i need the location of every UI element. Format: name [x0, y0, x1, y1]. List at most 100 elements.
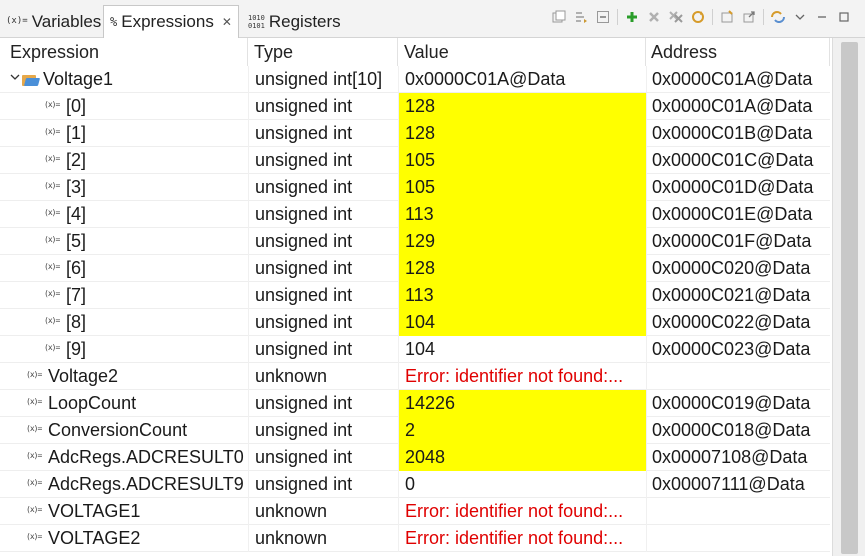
address-cell: 0x0000C019@Data: [646, 390, 830, 417]
table-row[interactable]: (x)= AdcRegs.ADCRESULT9 unsigned int 0 0x000…: [0, 471, 830, 498]
expression-name: VOLTAGE2: [48, 528, 141, 548]
value-cell[interactable]: 104: [398, 336, 646, 363]
expression-cell[interactable]: (x)= AdcRegs.ADCRESULT0: [0, 444, 248, 471]
expression-cell[interactable]: (x)= [1]: [0, 120, 248, 147]
table-row[interactable]: (x)= [6] unsigned int 128 0x0000C020@Data: [0, 255, 830, 282]
variable-icon: (x)=: [44, 201, 62, 228]
expression-cell[interactable]: (x)= ConversionCount: [0, 417, 248, 444]
expression-cell[interactable]: (x)= VOLTAGE1: [0, 498, 248, 525]
table-row[interactable]: (x)= [1] unsigned int 128 0x0000C01B@Data: [0, 120, 830, 147]
minimize-view-icon[interactable]: [811, 6, 833, 28]
expression-cell[interactable]: (x)= [6]: [0, 255, 248, 282]
view-menu-icon[interactable]: [789, 6, 811, 28]
expression-cell[interactable]: (x)= [8]: [0, 309, 248, 336]
expression-cell[interactable]: (x)= Voltage2: [0, 363, 248, 390]
value-cell[interactable]: 2048: [398, 444, 646, 471]
column-header-expression[interactable]: Expression: [0, 38, 248, 66]
value-cell[interactable]: 113: [398, 201, 646, 228]
value-cell[interactable]: 105: [398, 174, 646, 201]
expression-cell-content: (x)= [9]: [0, 336, 248, 363]
vertical-scrollbar[interactable]: [832, 38, 865, 556]
maximize-view-icon[interactable]: [833, 6, 855, 28]
expression-cell[interactable]: Voltage1: [0, 66, 248, 93]
expression-cell[interactable]: (x)= [9]: [0, 336, 248, 363]
svg-text:(x)=: (x)=: [44, 343, 60, 352]
table-row[interactable]: (x)= [2] unsigned int 105 0x0000C01C@Data: [0, 147, 830, 174]
column-header-type[interactable]: Type: [248, 38, 398, 66]
expression-cell-content: (x)= [1]: [0, 120, 248, 147]
type-cell: unsigned int: [248, 201, 398, 228]
table-row[interactable]: (x)= [4] unsigned int 113 0x0000C01E@Data: [0, 201, 830, 228]
expression-cell[interactable]: (x)= [5]: [0, 228, 248, 255]
expression-cell[interactable]: (x)= [3]: [0, 174, 248, 201]
table-row[interactable]: (x)= LoopCount unsigned int 14226 0x0000C019…: [0, 390, 830, 417]
remove-all-icon[interactable]: [665, 6, 687, 28]
value-cell[interactable]: 0x0000C01A@Data: [398, 66, 646, 93]
show-logical-icon[interactable]: [570, 6, 592, 28]
address-cell: 0x0000C021@Data: [646, 282, 830, 309]
svg-text:(x)=: (x)=: [26, 451, 42, 460]
collapse-all-icon[interactable]: [548, 6, 570, 28]
table-row[interactable]: (x)= [5] unsigned int 129 0x0000C01F@Data: [0, 228, 830, 255]
value-cell[interactable]: 2: [398, 417, 646, 444]
minimize-icon[interactable]: [592, 6, 614, 28]
variable-icon: (x)=: [44, 174, 62, 201]
table-row[interactable]: (x)= ConversionCount unsigned int 2 0x0000C0…: [0, 417, 830, 444]
table-row[interactable]: (x)= VOLTAGE2 unknown Error: identifier not…: [0, 525, 830, 552]
column-header-address[interactable]: Address: [646, 38, 830, 66]
expression-cell[interactable]: (x)= [0]: [0, 93, 248, 120]
tab-registers[interactable]: 1010 0101 Registers: [248, 5, 341, 38]
error-value-cell[interactable]: Error: identifier not found:...: [398, 363, 646, 390]
chevron-down-icon[interactable]: [8, 66, 22, 93]
table-row[interactable]: (x)= [3] unsigned int 105 0x0000C01D@Data: [0, 174, 830, 201]
refresh-icon[interactable]: [687, 6, 709, 28]
variable-icon: (x)=: [44, 228, 62, 255]
address-cell: 0x0000C01A@Data: [646, 66, 830, 93]
table-row[interactable]: Voltage1 unsigned int[10] 0x0000C01A@Data 0…: [0, 66, 830, 93]
table-row[interactable]: (x)= Voltage2 unknown Error: identifier not…: [0, 363, 830, 390]
value-cell[interactable]: 104: [398, 309, 646, 336]
svg-text:(x)=: (x)=: [26, 397, 42, 406]
export-icon[interactable]: [738, 6, 760, 28]
expression-cell-content: (x)= [8]: [0, 309, 248, 336]
value-cell[interactable]: 128: [398, 120, 646, 147]
variable-icon: (x)=: [44, 282, 62, 309]
remove-icon[interactable]: [643, 6, 665, 28]
expression-cell[interactable]: (x)= [2]: [0, 147, 248, 174]
value-cell[interactable]: 113: [398, 282, 646, 309]
table-row[interactable]: (x)= [7] unsigned int 113 0x0000C021@Data: [0, 282, 830, 309]
expression-name: VOLTAGE1: [48, 501, 141, 521]
value-cell[interactable]: 128: [398, 93, 646, 120]
expression-cell[interactable]: (x)= VOLTAGE2: [0, 525, 248, 552]
close-icon[interactable]: ✕: [222, 15, 232, 29]
value-cell[interactable]: 0: [398, 471, 646, 498]
type-cell: unsigned int[10]: [248, 66, 398, 93]
table-row[interactable]: (x)= [0] unsigned int 128 0x0000C01A@Data: [0, 93, 830, 120]
table-row[interactable]: (x)= [8] unsigned int 104 0x0000C022@Data: [0, 309, 830, 336]
table-row[interactable]: (x)= VOLTAGE1 unknown Error: identifier not…: [0, 498, 830, 525]
sync-icon[interactable]: [767, 6, 789, 28]
value-cell[interactable]: 14226: [398, 390, 646, 417]
value-cell[interactable]: 105: [398, 147, 646, 174]
address-cell: [646, 363, 830, 390]
expression-cell[interactable]: (x)= LoopCount: [0, 390, 248, 417]
expression-cell-content: (x)= ConversionCount: [0, 417, 248, 444]
tab-variables[interactable]: (x)= Variables: [6, 5, 101, 38]
table-row[interactable]: (x)= [9] unsigned int 104 0x0000C023@Data: [0, 336, 830, 363]
expression-cell[interactable]: (x)= [4]: [0, 201, 248, 228]
expression-cell[interactable]: (x)= [7]: [0, 282, 248, 309]
svg-text:(x)=: (x)=: [44, 316, 60, 325]
scrollbar-thumb[interactable]: [841, 42, 858, 554]
error-value-cell[interactable]: Error: identifier not found:...: [398, 498, 646, 525]
address-cell: 0x0000C01B@Data: [646, 120, 830, 147]
new-watch-icon[interactable]: [716, 6, 738, 28]
value-cell[interactable]: 128: [398, 255, 646, 282]
expression-name: [7]: [66, 285, 87, 305]
expression-cell[interactable]: (x)= AdcRegs.ADCRESULT9: [0, 471, 248, 498]
error-value-cell[interactable]: Error: identifier not found:...: [398, 525, 646, 552]
value-cell[interactable]: 129: [398, 228, 646, 255]
column-header-value[interactable]: Value: [398, 38, 646, 66]
add-expression-icon[interactable]: [621, 6, 643, 28]
table-row[interactable]: (x)= AdcRegs.ADCRESULT0 unsigned int 2048 0x…: [0, 444, 830, 471]
tab-expressions[interactable]: % Expressions ✕: [103, 5, 239, 39]
